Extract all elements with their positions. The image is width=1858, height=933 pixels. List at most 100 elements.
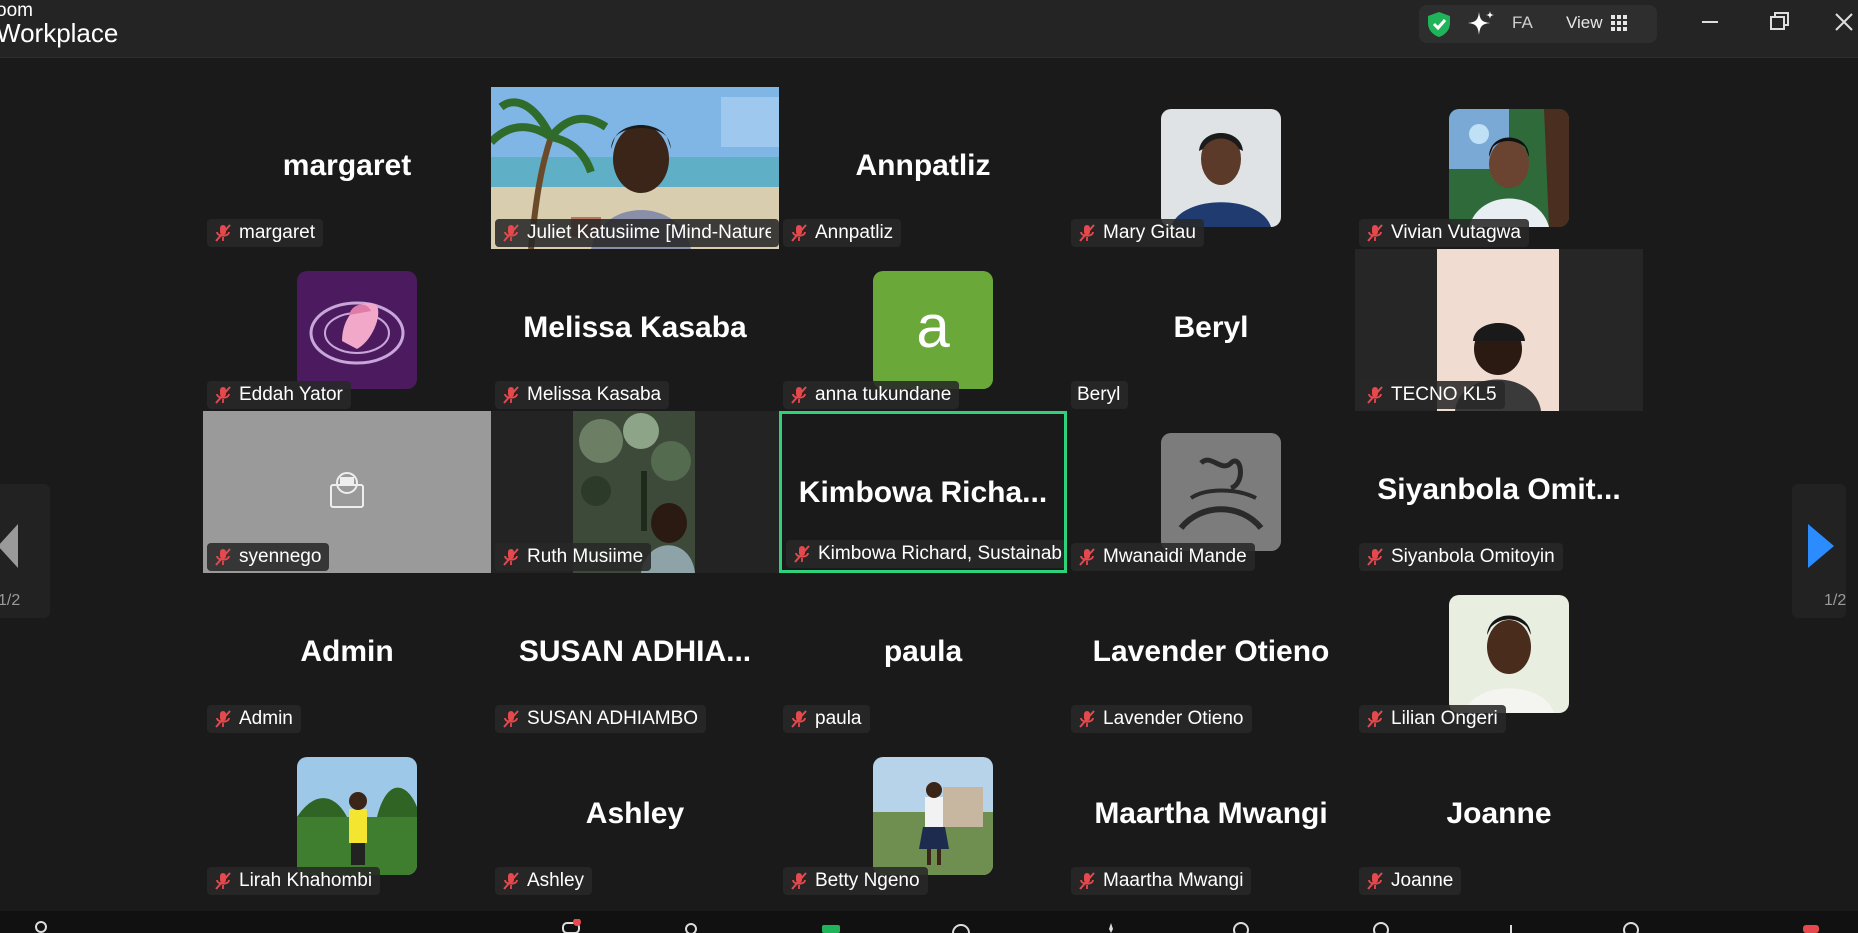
reactions-icon[interactable] — [1230, 919, 1252, 933]
participant-tile[interactable]: Maartha Mwangi Maartha Mwangi — [1067, 735, 1355, 897]
participant-tile[interactable]: Ruth Musiime — [491, 411, 779, 573]
participant-name: Ashley — [527, 870, 585, 891]
muted-mic-icon — [215, 710, 231, 728]
participant-display-name: Maartha Mwangi — [1094, 797, 1328, 830]
grid-icon — [1610, 15, 1627, 31]
participant-tile[interactable]: syennego — [203, 411, 491, 573]
participant-tile[interactable]: Betty Ngeno — [779, 735, 1067, 897]
participant-name-tag: margaret — [207, 219, 324, 247]
muted-mic-icon — [1367, 872, 1383, 890]
participant-tile[interactable]: Ashley Ashley — [491, 735, 779, 897]
meeting-toolbar — [0, 911, 1858, 933]
participant-tile[interactable]: Siyanbola Omit... Siyanbola Omitoyin — [1355, 411, 1643, 573]
whiteboard-icon[interactable] — [1500, 919, 1522, 933]
participant-name: Eddah Yator — [239, 384, 343, 405]
profile-picture — [297, 757, 417, 875]
participant-tile[interactable]: TECNO KL5 — [1355, 249, 1643, 411]
participant-tile[interactable]: Mwanaidi Mande — [1067, 411, 1355, 573]
participant-tile[interactable]: Eddah Yator — [203, 249, 491, 411]
participant-name-tag: Joanne — [1359, 867, 1462, 895]
next-page-button[interactable]: 1/2 — [1792, 484, 1846, 618]
participant-display-name: Beryl — [1173, 311, 1249, 344]
participant-name: Juliet Katusiime [Mind-Nature I... — [527, 222, 771, 243]
profile-picture — [297, 271, 417, 389]
restore-icon[interactable] — [1758, 6, 1798, 38]
participant-name-tag: Admin — [207, 705, 301, 733]
muted-mic-icon — [1079, 548, 1095, 566]
profile-picture — [1449, 595, 1569, 713]
participant-tile[interactable]: Vivian Vutagwa — [1355, 87, 1643, 249]
participant-name-tag: Vivian Vutagwa — [1359, 219, 1529, 247]
share-screen-icon[interactable] — [820, 919, 842, 933]
participant-display-name: margaret — [282, 149, 412, 182]
muted-mic-icon — [503, 872, 519, 890]
ai-sparkle-icon[interactable] — [1466, 9, 1496, 39]
participant-tile[interactable]: Lavender Otieno Lavender Otieno — [1067, 573, 1355, 735]
participant-display-name: Ashley — [585, 797, 685, 830]
view-label: View — [1566, 13, 1603, 32]
muted-mic-icon — [1367, 386, 1383, 404]
participant-name: Betty Ngeno — [815, 870, 920, 891]
chat-icon[interactable] — [680, 919, 702, 933]
participant-display-name: paula — [883, 635, 963, 668]
participant-name-tag: Eddah Yator — [207, 381, 351, 409]
participant-name-tag: Kimbowa Richard, Sustainabilit... — [786, 540, 1064, 568]
participant-name: syennego — [239, 546, 322, 567]
participant-name: SUSAN ADHIAMBO — [527, 708, 699, 729]
participant-tile[interactable]: Mary Gitau — [1067, 87, 1355, 249]
title-bar: oom Workplace FA View — [0, 0, 1858, 58]
participant-tile[interactable]: Juliet Katusiime [Mind-Nature I... — [491, 87, 779, 249]
app-title-line2: Workplace — [0, 18, 119, 48]
participant-name-tag: Maartha Mwangi — [1071, 867, 1252, 895]
participant-name-tag: Lirah Khahombi — [207, 867, 381, 895]
record-icon[interactable] — [950, 919, 972, 933]
participant-display-name: Admin — [300, 635, 394, 668]
participant-name: Beryl — [1077, 384, 1121, 405]
close-icon[interactable] — [1824, 6, 1858, 38]
previous-page-button[interactable]: 1/2 — [0, 484, 50, 618]
participant-name: Maartha Mwangi — [1103, 870, 1244, 891]
participant-name-tag: Mwanaidi Mande — [1071, 543, 1255, 571]
participant-name-tag: anna tukundane — [783, 381, 960, 409]
participant-tile[interactable]: a anna tukundane — [779, 249, 1067, 411]
participant-tile[interactable]: Joanne Joanne — [1355, 735, 1643, 897]
participant-name: anna tukundane — [815, 384, 952, 405]
participant-name: Vivian Vutagwa — [1391, 222, 1521, 243]
audio-icon[interactable] — [30, 919, 52, 933]
ai-companion-icon[interactable] — [1100, 919, 1122, 933]
participant-tile[interactable]: Melissa Kasaba Melissa Kasaba — [491, 249, 779, 411]
more-icon[interactable] — [1620, 919, 1642, 933]
participant-name-tag: Siyanbola Omitoyin — [1359, 543, 1563, 571]
participant-name-tag: Annpatliz — [783, 219, 902, 247]
end-meeting-icon[interactable] — [1800, 919, 1822, 933]
participant-name-tag: Ashley — [495, 867, 593, 895]
muted-mic-icon — [503, 710, 519, 728]
participant-name: Siyanbola Omitoyin — [1391, 546, 1555, 567]
participant-tile[interactable]: paula paula — [779, 573, 1067, 735]
participants-icon[interactable] — [560, 919, 582, 933]
view-button[interactable]: View — [1566, 10, 1627, 36]
participant-tile[interactable]: SUSAN ADHIA... SUSAN ADHIAMBO — [491, 573, 779, 735]
participant-display-name: SUSAN ADHIA... — [518, 635, 752, 668]
muted-mic-icon — [503, 386, 519, 404]
participant-tile[interactable]: margaret margaret — [203, 87, 491, 249]
participant-name: Lilian Ongeri — [1391, 708, 1498, 729]
participant-tile[interactable]: Annpatliz Annpatliz — [779, 87, 1067, 249]
apps-icon[interactable] — [1370, 919, 1392, 933]
participant-name: TECNO KL5 — [1391, 384, 1497, 405]
muted-mic-icon — [1367, 548, 1383, 566]
participant-tile[interactable]: Beryl Beryl — [1067, 249, 1355, 411]
muted-mic-icon — [503, 548, 519, 566]
participant-tile[interactable]: Lilian Ongeri — [1355, 573, 1643, 735]
participant-name-tag: Ruth Musiime — [495, 543, 652, 571]
muted-mic-icon — [794, 545, 810, 563]
muted-mic-icon — [215, 872, 231, 890]
shield-check-icon[interactable] — [1425, 10, 1453, 38]
participant-tile[interactable]: Kimbowa Richa... Kimbowa Richard, Sustain… — [779, 411, 1067, 573]
minimize-icon[interactable] — [1690, 6, 1730, 38]
language-label[interactable]: FA — [1512, 13, 1533, 33]
participant-tile[interactable]: Admin Admin — [203, 573, 491, 735]
participant-tile[interactable]: Lirah Khahombi — [203, 735, 491, 897]
profile-picture — [1161, 109, 1281, 227]
participant-name: margaret — [239, 222, 316, 243]
